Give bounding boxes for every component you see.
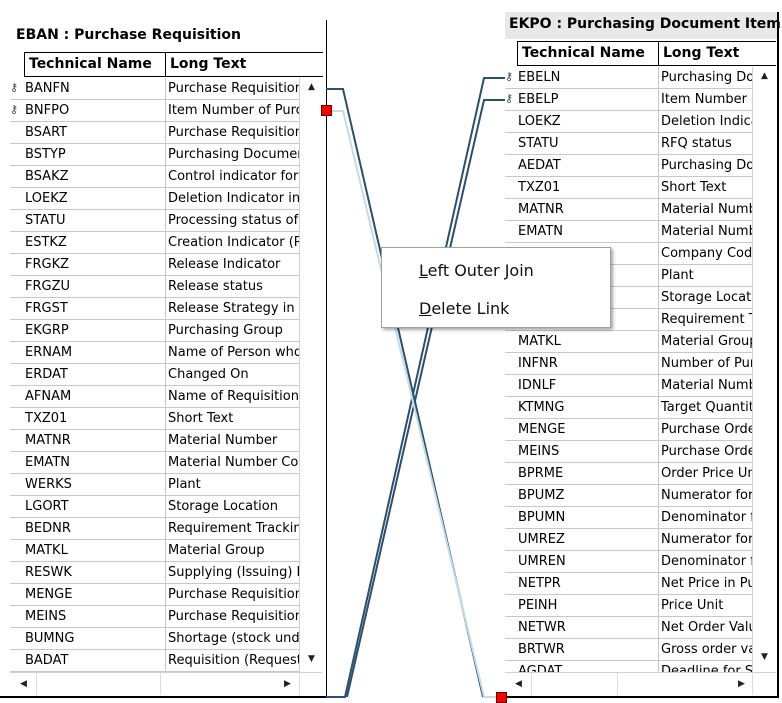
menu-label: eft Outer Join — [427, 261, 534, 280]
join-link-ebeln-banfn[interactable] — [326, 77, 505, 698]
menu-label: elete Link — [431, 299, 510, 318]
join-links — [326, 77, 505, 698]
link-context-menu: Left Outer Join Delete Link — [381, 247, 611, 328]
menu-item-delete-link[interactable]: Delete Link — [419, 299, 509, 318]
link-handle-left[interactable] — [321, 105, 332, 116]
join-link-selected[interactable] — [326, 110, 500, 698]
join-link-banfn-ebeln[interactable] — [326, 88, 484, 698]
mnemonic: D — [419, 299, 432, 318]
mnemonic: L — [419, 261, 428, 280]
link-handle-right[interactable] — [496, 692, 507, 703]
menu-item-left-outer-join[interactable]: Left Outer Join — [419, 261, 534, 280]
join-link-ebelp-bnfpo[interactable] — [346, 99, 505, 698]
